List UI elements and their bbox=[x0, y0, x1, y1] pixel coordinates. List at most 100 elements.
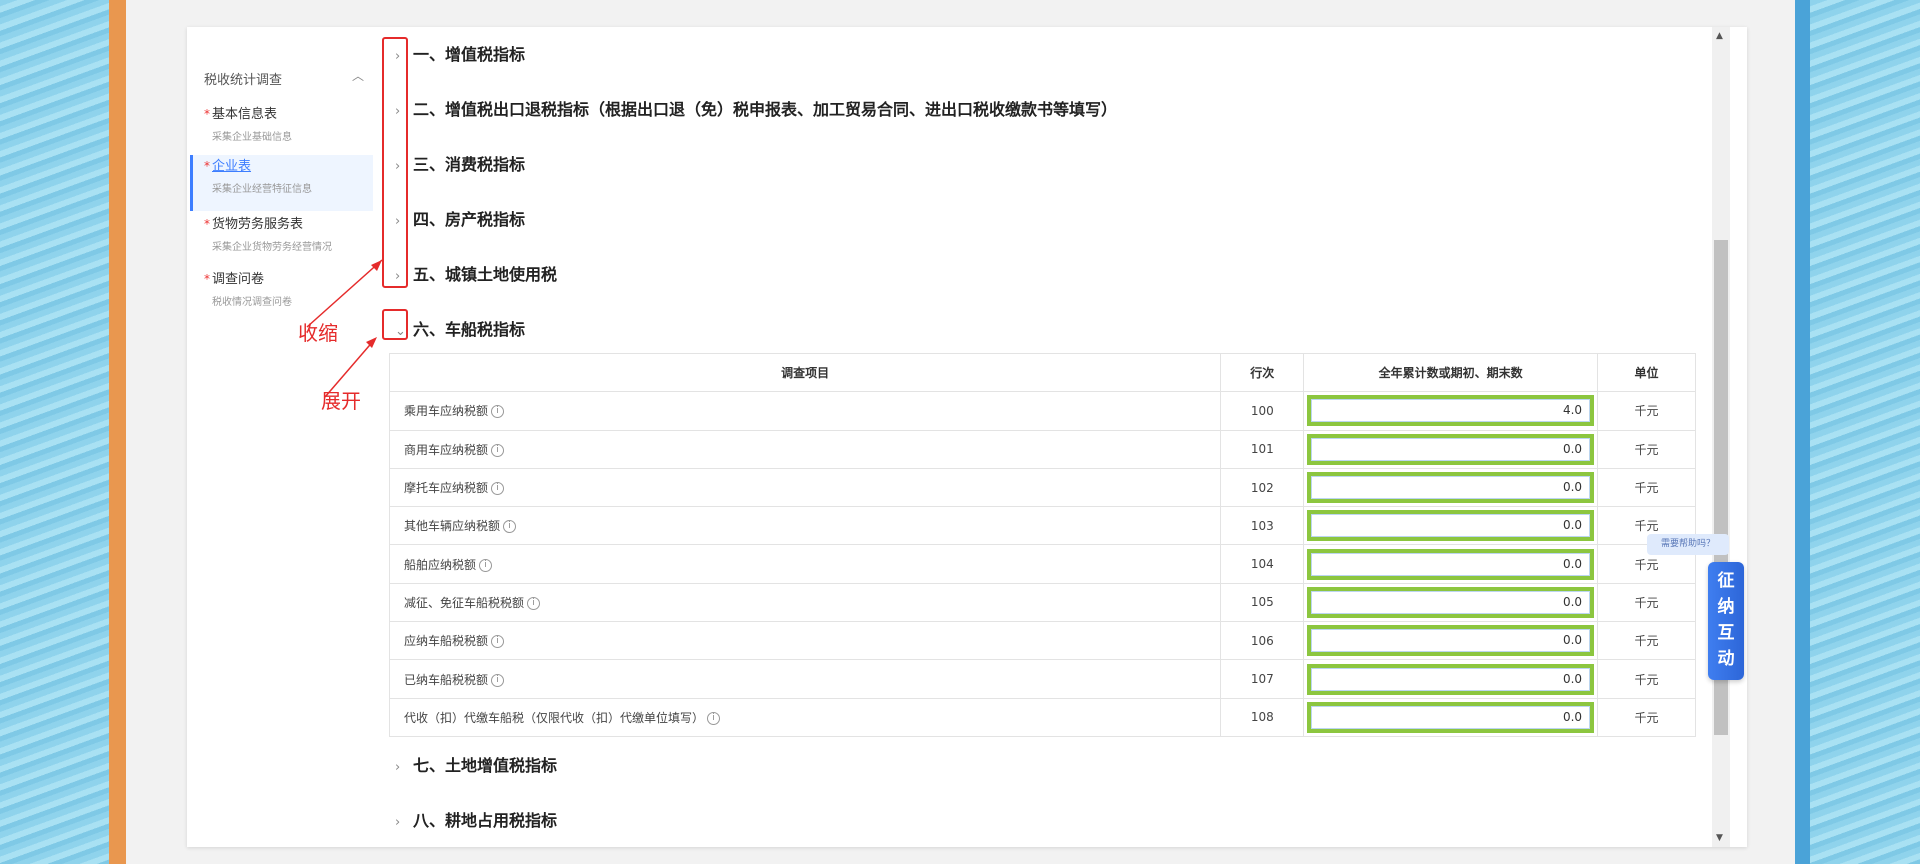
value-input[interactable]: 0.0 bbox=[1307, 625, 1595, 657]
section-consumption-tax[interactable]: › 三、消费税指标 bbox=[395, 151, 525, 175]
row-item: 乘用车应纳税额 i bbox=[388, 391, 1222, 431]
header-item: 调查项目 bbox=[388, 352, 1222, 393]
sidebar-item-sub: 采集企业货物劳务经营情况 bbox=[212, 242, 332, 253]
row-line: 100 bbox=[1220, 391, 1305, 431]
chevron-up-icon[interactable]: ︿ bbox=[352, 67, 364, 84]
row-unit: 千元 bbox=[1597, 467, 1696, 508]
chevron-right-icon[interactable]: › bbox=[395, 760, 413, 775]
info-icon[interactable]: i bbox=[707, 711, 721, 725]
row-value-cell: 0.0 bbox=[1303, 544, 1599, 584]
vehicle-vessel-tax-table: 调查项目 行次 全年累计数或期初、期末数 单位 乘用车应纳税额 i 100 4.0… bbox=[388, 352, 1696, 737]
chevron-right-icon[interactable]: › bbox=[395, 815, 413, 830]
sidebar-item-label: 调查问卷 bbox=[212, 272, 265, 287]
row-value-cell: 0.0 bbox=[1303, 621, 1599, 661]
value-input[interactable]: 4.0 bbox=[1307, 395, 1595, 427]
section-land-vat[interactable]: › 七、土地增值税指标 bbox=[395, 752, 557, 776]
row-item-label: 乘用车应纳税额 bbox=[404, 404, 489, 419]
row-value-cell: 0.0 bbox=[1303, 659, 1599, 699]
info-icon[interactable]: i bbox=[491, 482, 505, 496]
row-line: 106 bbox=[1220, 621, 1305, 661]
value-input[interactable]: 0.0 bbox=[1307, 510, 1595, 542]
row-unit: 千元 bbox=[1597, 582, 1696, 623]
table-row: 已纳车船税税额 i 107 0.0 千元 bbox=[388, 659, 1696, 699]
section-title: 五、城镇土地使用税 bbox=[413, 265, 558, 284]
value-input[interactable]: 0.0 bbox=[1307, 586, 1595, 618]
section-export-refund[interactable]: › 二、增值税出口退税指标（根据出口退（免）税申报表、加工贸易合同、进出口税收缴款… bbox=[395, 96, 1117, 120]
row-value-cell: 0.0 bbox=[1303, 697, 1599, 737]
row-value-cell: 4.0 bbox=[1303, 391, 1599, 431]
row-item-label: 其他车辆应纳税额 bbox=[404, 519, 501, 534]
background-left bbox=[0, 0, 109, 864]
row-item-label: 摩托车应纳税额 bbox=[404, 481, 489, 496]
info-icon[interactable]: i bbox=[491, 635, 505, 649]
row-item-label: 船舶应纳税额 bbox=[404, 557, 477, 572]
required-icon: * bbox=[204, 159, 210, 173]
section-vehicle-vessel-tax[interactable]: ⌄ 六、车船税指标 bbox=[395, 316, 525, 340]
value-input[interactable]: 0.0 bbox=[1307, 548, 1595, 580]
row-value-cell: 0.0 bbox=[1303, 582, 1599, 623]
row-line: 102 bbox=[1220, 467, 1305, 508]
orange-strip bbox=[109, 0, 126, 864]
value-input[interactable]: 0.0 bbox=[1307, 663, 1595, 695]
required-icon: * bbox=[204, 107, 210, 121]
info-icon[interactable]: i bbox=[527, 596, 541, 610]
row-item: 代收（扣）代缴车船税（仅限代收（扣）代缴单位填写） i bbox=[388, 697, 1222, 737]
section-title: 六、车船税指标 bbox=[413, 320, 526, 339]
header-line: 行次 bbox=[1220, 352, 1305, 393]
row-item-label: 代收（扣）代缴车船税（仅限代收（扣）代缴单位填写） bbox=[404, 710, 705, 725]
row-line: 105 bbox=[1220, 582, 1305, 623]
value-input[interactable]: 0.0 bbox=[1307, 472, 1595, 504]
table-row: 船舶应纳税额 i 104 0.0 千元 bbox=[388, 544, 1696, 584]
value-input[interactable]: 0.0 bbox=[1307, 701, 1595, 733]
header-unit: 单位 bbox=[1597, 352, 1696, 393]
help-tooltip[interactable]: 需要帮助吗？ bbox=[1647, 534, 1729, 555]
row-unit: 千元 bbox=[1597, 697, 1696, 737]
section-land-use-tax[interactable]: › 五、城镇土地使用税 bbox=[395, 261, 557, 285]
row-unit: 千元 bbox=[1597, 659, 1696, 699]
table-header: 调查项目 行次 全年累计数或期初、期末数 单位 bbox=[388, 352, 1696, 393]
sidebar-item-sub: 采集企业基础信息 bbox=[212, 132, 292, 143]
section-title: 四、房产税指标 bbox=[413, 210, 526, 229]
table-row: 商用车应纳税额 i 101 0.0 千元 bbox=[388, 429, 1696, 469]
row-value-cell: 0.0 bbox=[1303, 429, 1599, 469]
section-vat[interactable]: › 一、增值税指标 bbox=[395, 41, 525, 65]
section-title: 二、增值税出口退税指标（根据出口退（免）税申报表、加工贸易合同、进出口税收缴款书… bbox=[413, 100, 1118, 119]
info-icon[interactable]: i bbox=[491, 405, 505, 419]
info-icon[interactable]: i bbox=[491, 443, 505, 457]
row-line: 103 bbox=[1220, 506, 1305, 546]
sidebar-item-label: 企业表 bbox=[212, 159, 252, 174]
table-row: 乘用车应纳税额 i 100 4.0 千元 bbox=[388, 391, 1696, 431]
info-icon[interactable]: i bbox=[479, 558, 493, 572]
row-unit: 千元 bbox=[1597, 429, 1696, 469]
scroll-down-icon[interactable]: ▼ bbox=[1716, 833, 1723, 843]
section-property-tax[interactable]: › 四、房产税指标 bbox=[395, 206, 525, 230]
blue-strip bbox=[1795, 0, 1810, 864]
row-item-label: 商用车应纳税额 bbox=[404, 442, 489, 457]
scroll-up-icon[interactable]: ▲ bbox=[1716, 31, 1723, 41]
table-row: 减征、免征车船税税额 i 105 0.0 千元 bbox=[388, 582, 1696, 623]
scrollbar[interactable]: ▲ ▼ bbox=[1712, 27, 1730, 847]
required-icon: * bbox=[204, 272, 210, 286]
info-icon[interactable]: i bbox=[503, 520, 517, 534]
table-row: 应纳车船税税额 i 106 0.0 千元 bbox=[388, 621, 1696, 661]
row-line: 107 bbox=[1220, 659, 1305, 699]
sidebar-item-label: 货物劳务服务表 bbox=[212, 217, 304, 232]
row-item-label: 减征、免征车船税税额 bbox=[404, 595, 525, 610]
sidebar-item-enterprise[interactable]: * 企业表 采集企业经营特征信息 bbox=[190, 155, 373, 211]
row-unit: 千元 bbox=[1597, 621, 1696, 661]
row-item: 船舶应纳税额 i bbox=[388, 544, 1222, 584]
section-title: 七、土地增值税指标 bbox=[413, 756, 558, 775]
info-icon[interactable]: i bbox=[491, 673, 505, 687]
sidebar-item-sub: 采集企业经营特征信息 bbox=[212, 184, 312, 195]
row-item-label: 应纳车船税税额 bbox=[404, 634, 489, 649]
interaction-button[interactable]: 征纳互动 bbox=[1708, 562, 1744, 680]
background-right bbox=[1810, 0, 1920, 864]
value-input[interactable]: 0.0 bbox=[1307, 433, 1595, 465]
annotation-box-collapsed bbox=[382, 37, 408, 288]
sidebar-item-basic-info[interactable]: * 基本信息表 采集企业基础信息 bbox=[190, 103, 373, 159]
required-icon: * bbox=[204, 217, 210, 231]
table-row: 摩托车应纳税额 i 102 0.0 千元 bbox=[388, 467, 1696, 508]
row-value-cell: 0.0 bbox=[1303, 467, 1599, 508]
annotation-expand: 展开 bbox=[321, 389, 361, 413]
section-farmland-tax[interactable]: › 八、耕地占用税指标 bbox=[395, 807, 557, 831]
